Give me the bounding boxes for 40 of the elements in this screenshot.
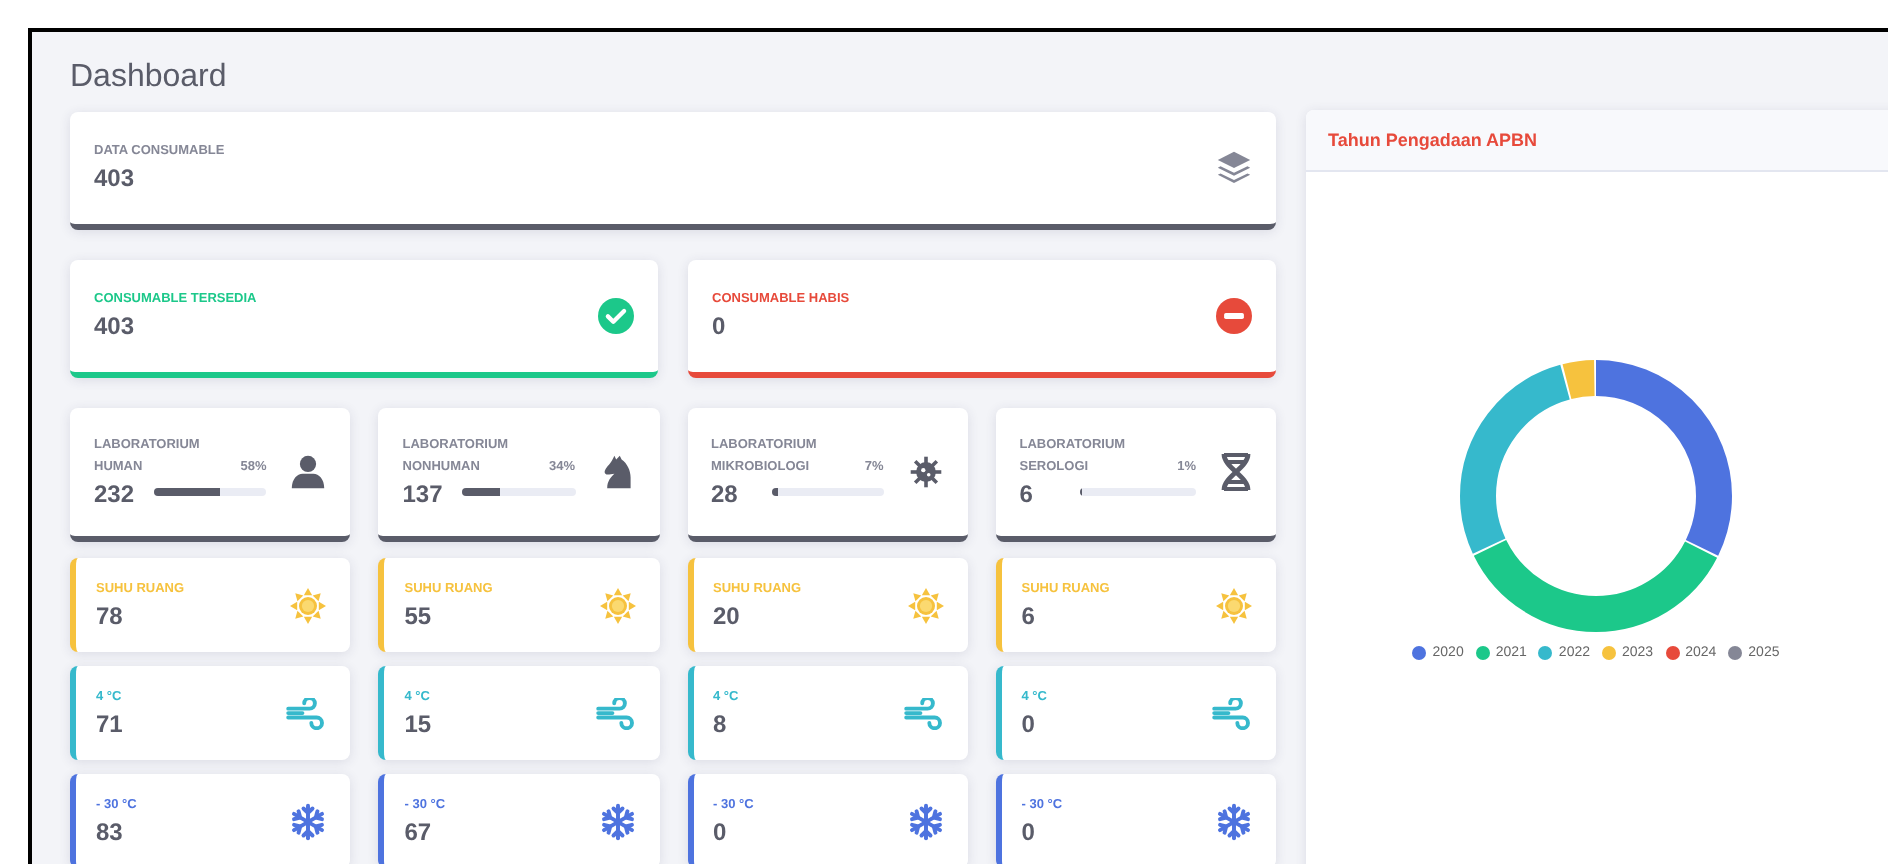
snowflake-icon xyxy=(290,801,327,841)
card-value: 28 xyxy=(711,479,740,508)
card-value: 15 xyxy=(404,709,432,737)
panel-title: Tahun Pengadaan APBN xyxy=(1328,130,1538,150)
snowflake-icon xyxy=(907,801,944,841)
card-value: 71 xyxy=(96,709,123,737)
snowflake-icon xyxy=(1216,801,1252,841)
user-icon xyxy=(290,454,327,490)
virus-icon xyxy=(907,454,944,490)
sun-icon xyxy=(1216,587,1252,623)
dna-icon xyxy=(1220,452,1252,492)
wind-icon xyxy=(595,697,635,729)
wind-icon xyxy=(903,697,944,729)
page-title: Dashboard xyxy=(70,58,229,98)
card-value: 55 xyxy=(404,601,434,629)
sun-icon xyxy=(907,587,944,623)
card-value: 137 xyxy=(402,479,445,508)
card-value: 6 xyxy=(1019,479,1035,508)
card-value: 67 xyxy=(404,817,434,845)
card-value: 0 xyxy=(712,312,728,340)
card-value: 0 xyxy=(1021,709,1037,737)
check-circle-icon xyxy=(598,298,634,334)
layers-icon xyxy=(1216,150,1252,186)
minus-circle-icon xyxy=(1216,298,1252,334)
card-value: 232 xyxy=(94,479,137,508)
sun-icon xyxy=(599,587,635,623)
horse-head-icon xyxy=(599,454,635,490)
card-value: 6 xyxy=(1021,601,1037,629)
card-value: 0 xyxy=(1021,817,1037,845)
snowflake-icon xyxy=(599,801,635,841)
wind-icon xyxy=(286,697,327,729)
card-value: 83 xyxy=(96,817,125,845)
card-value: 0 xyxy=(713,817,729,845)
sun-icon xyxy=(290,587,327,623)
card-value: 78 xyxy=(96,601,125,629)
card-value: 20 xyxy=(713,601,742,629)
card-value: 403 xyxy=(94,312,137,340)
card-value: 403 xyxy=(94,164,137,192)
wind-icon xyxy=(1212,697,1252,729)
card-value: 8 xyxy=(713,709,729,737)
